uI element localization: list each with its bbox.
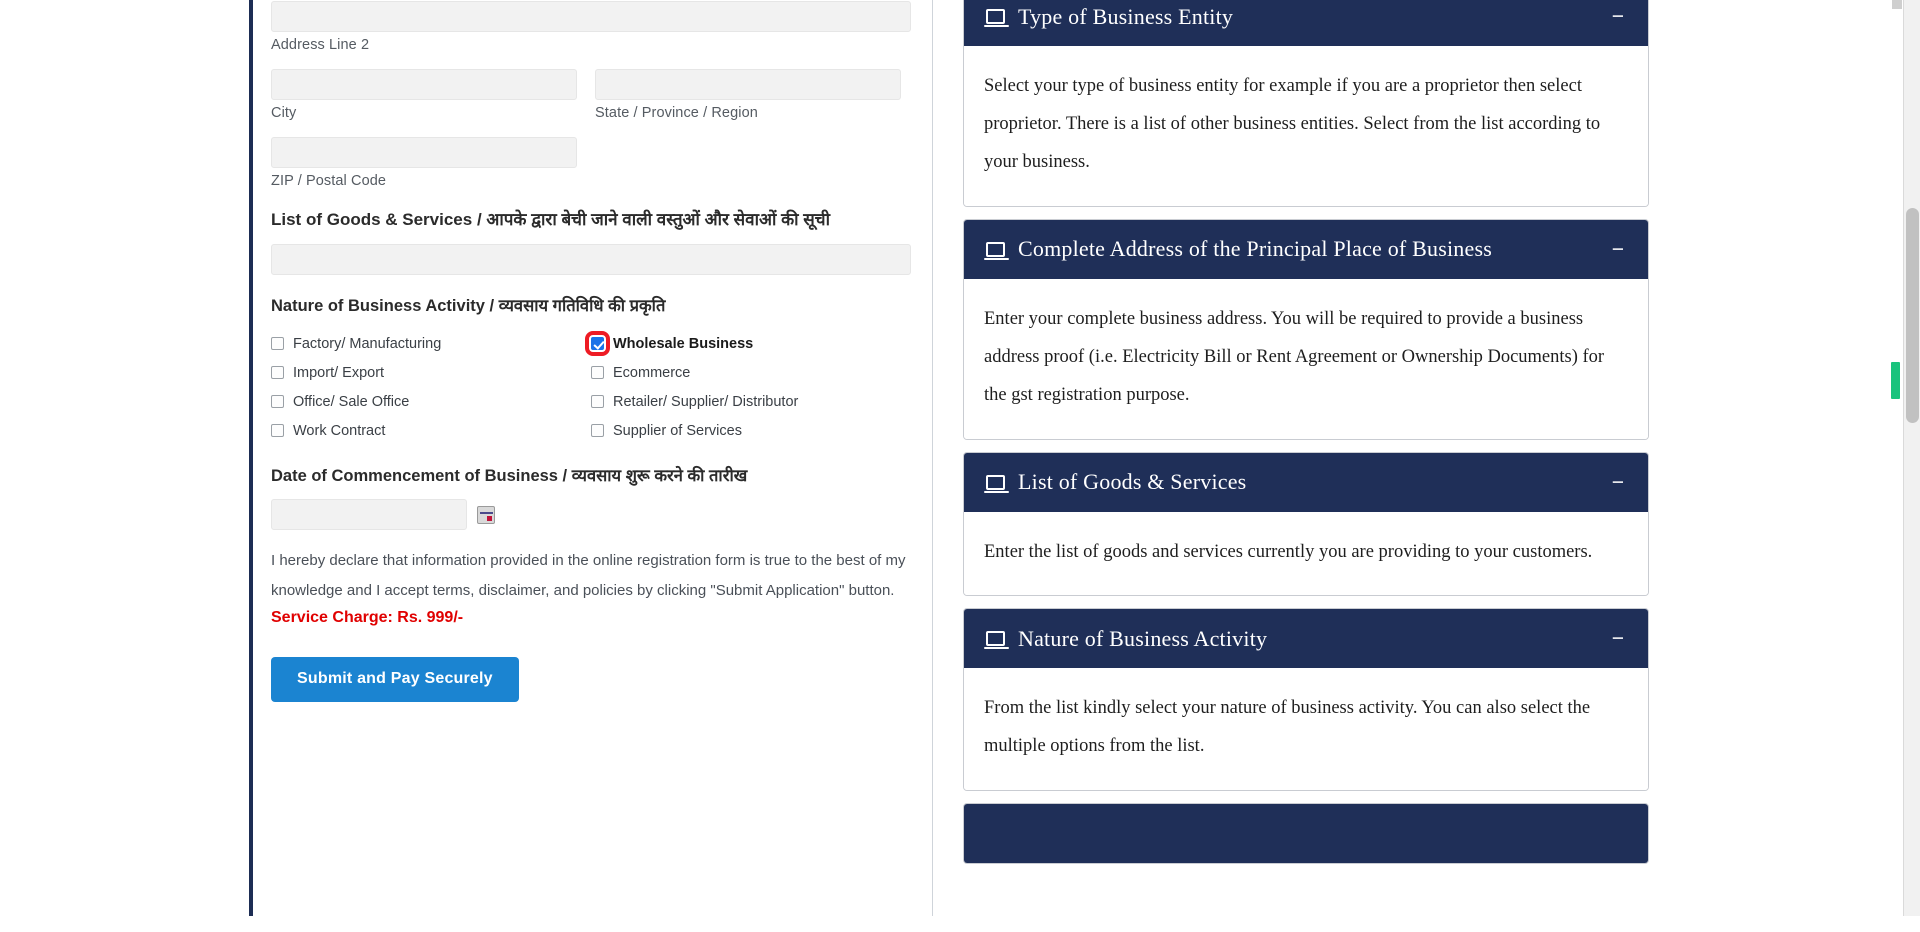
accordion-title: Complete Address of the Principal Place … xyxy=(1018,236,1492,262)
horizontal-scrollbar-track[interactable] xyxy=(0,916,1920,932)
accordion-panel: Type of Business Entity − Select your type… xyxy=(963,0,1649,207)
collapse-minus-icon[interactable]: − xyxy=(1612,6,1624,27)
vertical-scrollbar-thumb[interactable] xyxy=(1906,208,1919,423)
checkbox-label: Wholesale Business xyxy=(613,335,754,352)
accordion-header[interactable]: Complete Address of the Principal Place … xyxy=(964,219,1648,279)
checkbox-label: Ecommerce xyxy=(613,364,691,381)
accordion-body: From the list kindly select your nature … xyxy=(964,668,1648,791)
monitor-icon xyxy=(984,474,1009,493)
accordion-body: Enter the list of goods and services cur… xyxy=(964,511,1648,596)
checkbox-unchecked-icon[interactable] xyxy=(271,337,284,351)
accordion-title: Type of Business Entity xyxy=(1018,3,1234,29)
checkbox-item[interactable]: Office/ Sale Office xyxy=(271,387,591,416)
goods-services-input[interactable] xyxy=(271,243,911,275)
form-fields-container: Address Line 2 City State / Province / R… xyxy=(271,1,911,702)
address-line2-field-block: Address Line 2 xyxy=(271,1,911,53)
registration-form-panel: Address Line 2 City State / Province / R… xyxy=(249,0,933,925)
checkbox-unchecked-icon[interactable] xyxy=(271,395,284,409)
monitor-icon xyxy=(984,241,1009,260)
date-of-commencement-input[interactable] xyxy=(271,499,467,531)
accordion-panel: List of Goods & Services − Enter the list … xyxy=(963,451,1649,597)
checkbox-item[interactable]: Ecommerce xyxy=(591,358,911,387)
page-root: Address Line 2 City State / Province / R… xyxy=(0,0,1920,932)
checkbox-item[interactable]: Wholesale Business xyxy=(585,329,911,358)
submit-and-pay-button[interactable]: Submit and Pay Securely xyxy=(271,656,519,702)
city-input[interactable] xyxy=(271,69,577,100)
checkbox-item[interactable]: Supplier of Services xyxy=(591,416,911,445)
city-state-row: City State / Province / Region xyxy=(271,69,911,121)
accordion-header[interactable]: Nature of Business Activity − xyxy=(964,609,1648,669)
address-line2-caption: Address Line 2 xyxy=(271,37,370,53)
collapse-minus-icon[interactable]: − xyxy=(1612,472,1624,493)
city-field-block: City xyxy=(271,69,577,121)
accordion-body: Select your type of business entity for … xyxy=(964,46,1648,206)
help-accordion-column: Type of Business Entity − Select your type… xyxy=(963,0,1649,876)
goods-services-title: List of Goods & Services / आपके द्वारा ब… xyxy=(271,210,831,229)
checkbox-unchecked-icon[interactable] xyxy=(591,395,604,409)
scroll-position-marker xyxy=(1891,362,1900,399)
checkbox-unchecked-icon[interactable] xyxy=(591,366,604,380)
accordion-panel-partial-bottom xyxy=(963,803,1649,865)
checkbox-unchecked-icon[interactable] xyxy=(271,366,284,380)
accordion-header[interactable]: Type of Business Entity − xyxy=(964,0,1648,46)
state-field-block: State / Province / Region xyxy=(595,69,901,121)
collapse-minus-icon[interactable]: − xyxy=(1612,628,1624,649)
state-caption: State / Province / Region xyxy=(595,105,758,121)
accordion-body: Enter your complete business address. Yo… xyxy=(964,278,1648,439)
zip-input[interactable] xyxy=(271,137,577,168)
address-line2-input[interactable] xyxy=(271,1,911,32)
nature-of-business-title: Nature of Business Activity / व्यवसाय गत… xyxy=(271,296,666,315)
checkbox-label: Factory/ Manufacturing xyxy=(293,335,442,352)
accordion-title: Nature of Business Activity xyxy=(1018,625,1268,651)
declaration-text: I hereby declare that information provid… xyxy=(271,552,906,599)
checkbox-item[interactable]: Retailer/ Supplier/ Distributor xyxy=(591,387,911,416)
state-input[interactable] xyxy=(595,69,901,100)
date-of-commencement-row xyxy=(271,499,911,531)
checkbox-item[interactable]: Work Contract xyxy=(271,416,591,445)
monitor-icon xyxy=(984,631,1009,650)
accordion-panel: Complete Address of the Principal Place … xyxy=(963,218,1649,440)
accordion-panel: Nature of Business Activity − From the lis… xyxy=(963,608,1649,792)
collapse-minus-icon[interactable]: − xyxy=(1612,239,1624,260)
checkbox-label: Work Contract xyxy=(293,422,386,439)
nature-of-business-checkbox-grid: Factory/ Manufacturing Wholesale Business… xyxy=(271,329,911,445)
checkbox-checked-icon[interactable] xyxy=(585,331,610,357)
service-charge-text: Service Charge: Rs. 999/- xyxy=(271,608,464,626)
city-caption: City xyxy=(271,105,297,121)
monitor-icon xyxy=(984,9,1009,27)
date-of-commencement-title: Date of Commencement of Business / व्यवस… xyxy=(271,467,748,486)
checkbox-label: Supplier of Services xyxy=(613,422,742,439)
zip-field-block: ZIP / Postal Code xyxy=(271,137,577,189)
accordion-header-partial[interactable] xyxy=(964,804,1648,864)
accordion-title: List of Goods & Services xyxy=(1018,469,1247,495)
vertical-scrollbar-track[interactable] xyxy=(1903,0,1920,932)
checkbox-unchecked-icon[interactable] xyxy=(591,424,604,438)
checkbox-label: Import/ Export xyxy=(293,364,385,381)
checkbox-label: Retailer/ Supplier/ Distributor xyxy=(613,393,799,410)
zip-caption: ZIP / Postal Code xyxy=(271,173,387,189)
checkbox-item[interactable]: Factory/ Manufacturing xyxy=(271,329,591,358)
calendar-icon[interactable] xyxy=(477,505,495,524)
checkbox-item[interactable]: Import/ Export xyxy=(271,358,591,387)
scrollbar-top-nub xyxy=(1892,0,1902,9)
accordion-header[interactable]: List of Goods & Services − xyxy=(964,452,1648,512)
checkbox-label: Office/ Sale Office xyxy=(293,393,410,410)
checkbox-unchecked-icon[interactable] xyxy=(271,424,284,438)
